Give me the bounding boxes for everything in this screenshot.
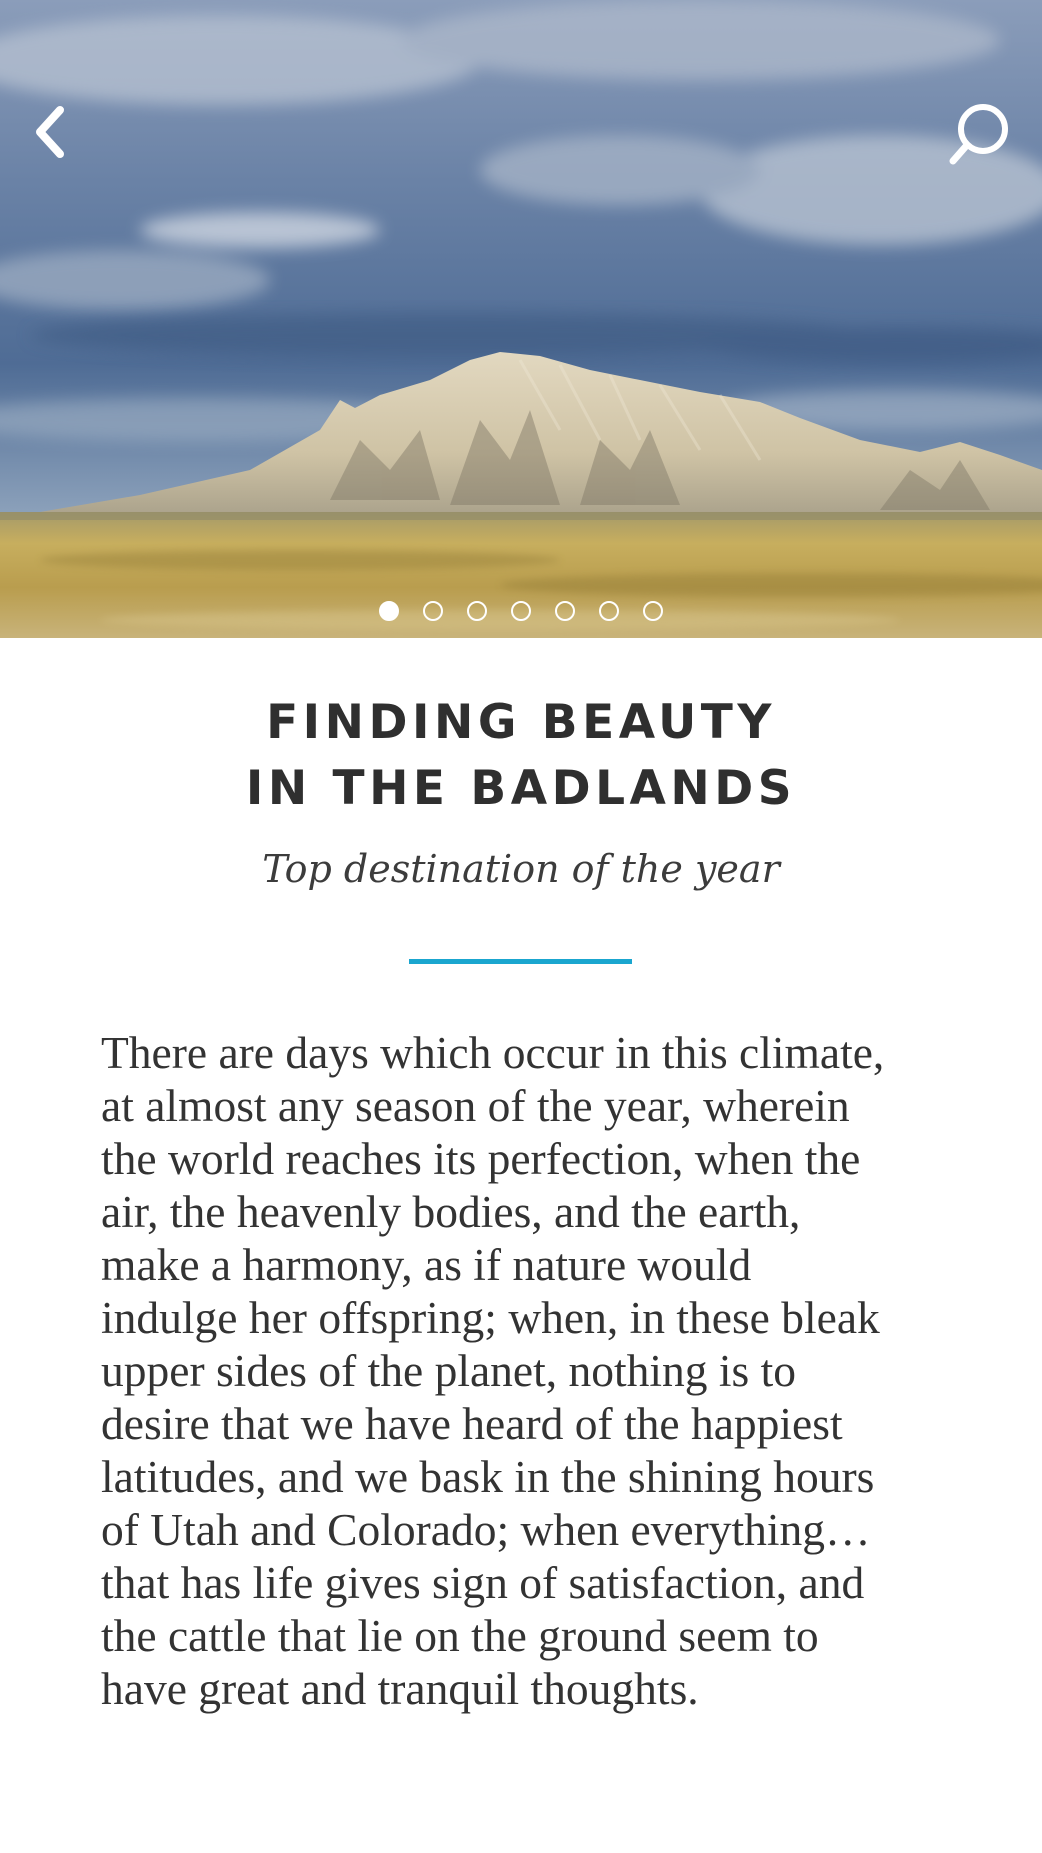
carousel-dot-3[interactable] (467, 601, 487, 621)
article-body: There are days which occur in this clima… (101, 1027, 885, 1714)
article-page: FINDING BEAUTY IN THE BADLANDS Top desti… (0, 0, 1042, 1853)
article-title-line-1: FINDING BEAUTY (266, 695, 776, 750)
back-button[interactable] (10, 92, 90, 172)
carousel-indicator (0, 601, 1042, 623)
carousel-dot-6[interactable] (599, 601, 619, 621)
article-title: FINDING BEAUTY IN THE BADLANDS (0, 690, 1042, 822)
carousel-dot-4[interactable] (511, 601, 531, 621)
search-button[interactable] (938, 94, 1018, 174)
carousel-dot-1[interactable] (379, 601, 399, 621)
search-icon (949, 104, 1008, 165)
article-title-line-2: IN THE BADLANDS (245, 761, 797, 816)
accent-divider (409, 959, 632, 964)
carousel-dot-2[interactable] (423, 601, 443, 621)
hero-image-carousel[interactable] (0, 0, 1042, 638)
badlands-landscape-image (0, 0, 1042, 638)
carousel-dot-5[interactable] (555, 601, 575, 621)
chevron-left-icon (36, 106, 64, 158)
carousel-dot-7[interactable] (643, 601, 663, 621)
article-subtitle: Top destination of the year (262, 847, 780, 891)
